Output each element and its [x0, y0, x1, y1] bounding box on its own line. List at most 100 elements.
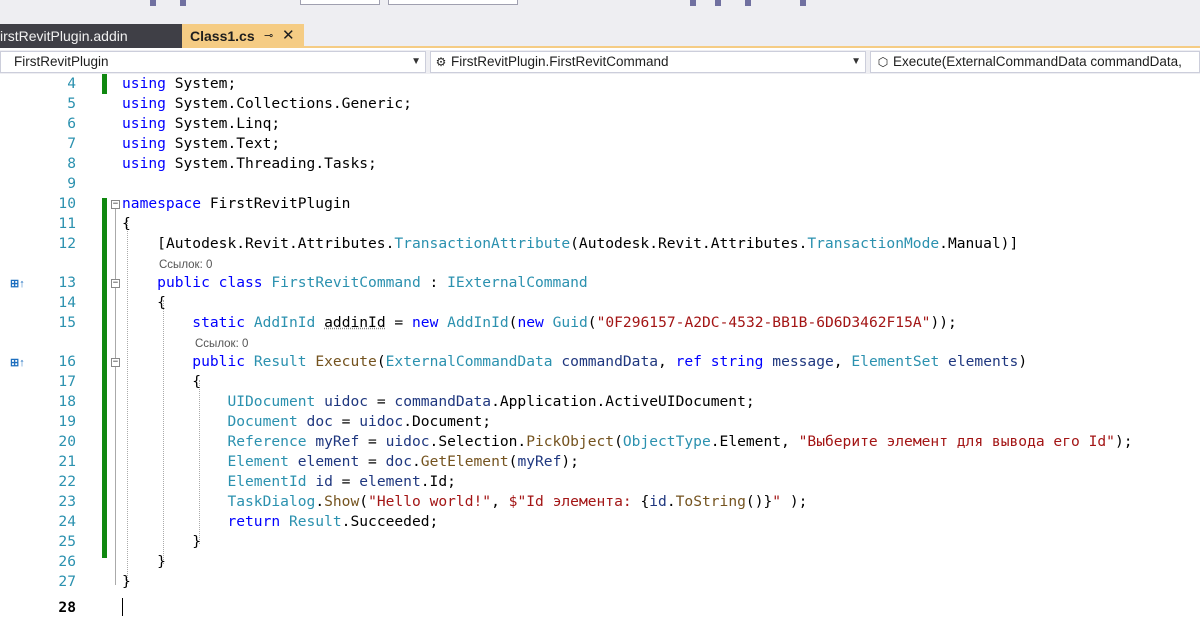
code-token: commandData — [394, 393, 492, 410]
code-token: ( — [614, 433, 623, 450]
code-token: . — [411, 453, 421, 470]
tab-addin-file[interactable]: irstRevitPlugin.addin — [0, 24, 182, 48]
code-token: "Выберите элемент для вывода его Id" — [798, 433, 1115, 450]
code-token: Execute — [315, 353, 377, 370]
code-text: { — [122, 372, 201, 392]
code-text: using System.Linq; — [122, 114, 280, 134]
code-token: ( — [359, 493, 369, 510]
line-number: 15 — [58, 314, 76, 331]
line-number: 20 — [58, 433, 76, 450]
code-token: .Manual)] — [939, 235, 1019, 252]
code-token: ) — [1018, 353, 1028, 370]
code-text: using System.Text; — [122, 134, 280, 154]
toolbar-icon[interactable] — [150, 0, 156, 6]
type-dropdown[interactable]: ⚙ FirstRevitPlugin.FirstRevitCommand ▼ — [430, 51, 866, 73]
code-token: Show — [324, 493, 360, 510]
navigation-bar: FirstRevitPlugin ▼ ⚙ FirstRevitPlugin.Fir… — [0, 50, 1200, 74]
code-token: System.Threading.Tasks; — [174, 155, 377, 172]
code-token: System; — [174, 75, 237, 92]
code-token: doc — [306, 413, 333, 430]
line-number: 10 — [58, 195, 76, 212]
line-number: 13 — [58, 274, 76, 291]
tab-class1-cs[interactable]: Class1.cs ⊸ ✕ — [182, 24, 304, 48]
code-token: = — [359, 453, 386, 470]
code-text: return Result.Succeeded; — [122, 512, 438, 532]
code-token: FirstRevitCommand — [271, 274, 421, 291]
code-text: } — [122, 532, 201, 552]
code-token: ); — [781, 493, 808, 510]
code-token: Result — [288, 513, 342, 530]
method-icon: ⬡ — [877, 55, 889, 69]
line-number: 28 — [58, 599, 76, 616]
code-line: 4 using System; — [0, 74, 1200, 94]
code-token: = — [359, 433, 386, 450]
code-line: 28 — [0, 598, 1200, 618]
code-line: 14 { — [0, 293, 1200, 313]
type-dropdown-value: FirstRevitPlugin.FirstRevitCommand — [451, 54, 669, 69]
code-token: , — [491, 493, 509, 510]
member-dropdown[interactable]: ⬡ Execute(ExternalCommandData commandData… — [870, 51, 1200, 73]
line-number: 8 — [67, 155, 76, 172]
pin-icon[interactable]: ⊸ — [264, 24, 273, 48]
line-number: 11 — [58, 215, 76, 232]
code-token: TaskDialog — [227, 493, 316, 510]
code-token: .Selection. — [429, 433, 527, 450]
line-number: 19 — [58, 413, 76, 430]
code-line: 17 { — [0, 372, 1200, 392]
toolbar-icon[interactable] — [180, 0, 186, 6]
code-token: ObjectType — [622, 433, 711, 450]
code-token: myRef — [315, 433, 360, 450]
close-icon[interactable]: ✕ — [282, 24, 295, 48]
code-token: using — [122, 75, 166, 92]
code-token: [ — [122, 235, 166, 252]
line-number: 12 — [58, 235, 76, 252]
code-token: static — [192, 314, 246, 331]
code-token: = — [368, 393, 395, 410]
code-text: public class FirstRevitCommand : IExtern… — [122, 273, 588, 293]
code-text: UIDocument uidoc = commandData.Applicati… — [122, 392, 754, 412]
code-line: 27} — [0, 572, 1200, 592]
toolbar-dropdown[interactable] — [388, 0, 518, 5]
code-token: (Autodesk.Revit.Attributes. — [570, 235, 808, 252]
toolbar-dropdown[interactable] — [300, 0, 380, 5]
line-number: 22 — [58, 473, 76, 490]
line-number: 24 — [58, 513, 76, 530]
code-text: { — [122, 214, 131, 234]
code-token: . — [666, 493, 676, 510]
code-editor[interactable]: − − − ⊞↑ ⊞↑ Ссылок: 0 Ссылок: 0 4 using S… — [0, 74, 1200, 631]
toolbar-icon[interactable] — [800, 0, 806, 6]
tab-label: irstRevitPlugin.addin — [0, 28, 128, 44]
toolbar-icon[interactable] — [690, 0, 696, 6]
code-token: return — [227, 513, 281, 530]
code-text: } — [122, 552, 166, 572]
code-token: element — [359, 473, 421, 490]
code-token: .Document; — [403, 413, 492, 430]
toolbar-icon[interactable] — [745, 0, 751, 6]
code-token: ExternalCommandData — [385, 353, 553, 370]
line-number: 9 — [67, 175, 76, 192]
chevron-down-icon: ▼ — [411, 56, 421, 67]
project-dropdown[interactable]: FirstRevitPlugin ▼ — [0, 51, 426, 73]
code-line: 15 static AddInId addinId = new AddInId (… — [0, 313, 1200, 333]
code-token: { — [122, 215, 131, 232]
references-codelens[interactable]: Ссылок: 0 — [195, 337, 248, 351]
line-number: 7 — [67, 135, 76, 152]
code-text: using System.Collections.Generic; — [122, 94, 412, 114]
line-number: 27 — [58, 573, 76, 590]
code-token: TransactionMode — [807, 235, 940, 252]
code-text: using System.Threading.Tasks; — [122, 154, 377, 174]
code-token: Document — [227, 413, 298, 430]
code-line: 18 UIDocument uidoc = commandData.Applic… — [0, 392, 1200, 412]
toolbar — [0, 0, 1200, 24]
line-number: 4 — [67, 75, 76, 92]
code-line: 12 [Autodesk.Revit.Attributes.Transactio… — [0, 234, 1200, 254]
code-token: uidoc — [359, 413, 404, 430]
code-line: 19 Document doc = uidoc.Document; — [0, 412, 1200, 432]
code-text: TaskDialog.Show("Hello world!", $"Id эле… — [122, 492, 807, 512]
code-token: ElementId — [227, 473, 307, 490]
code-line: 25 } — [0, 532, 1200, 552]
references-codelens[interactable]: Ссылок: 0 — [159, 258, 212, 272]
toolbar-icon[interactable] — [715, 0, 721, 6]
line-number: 6 — [67, 115, 76, 132]
